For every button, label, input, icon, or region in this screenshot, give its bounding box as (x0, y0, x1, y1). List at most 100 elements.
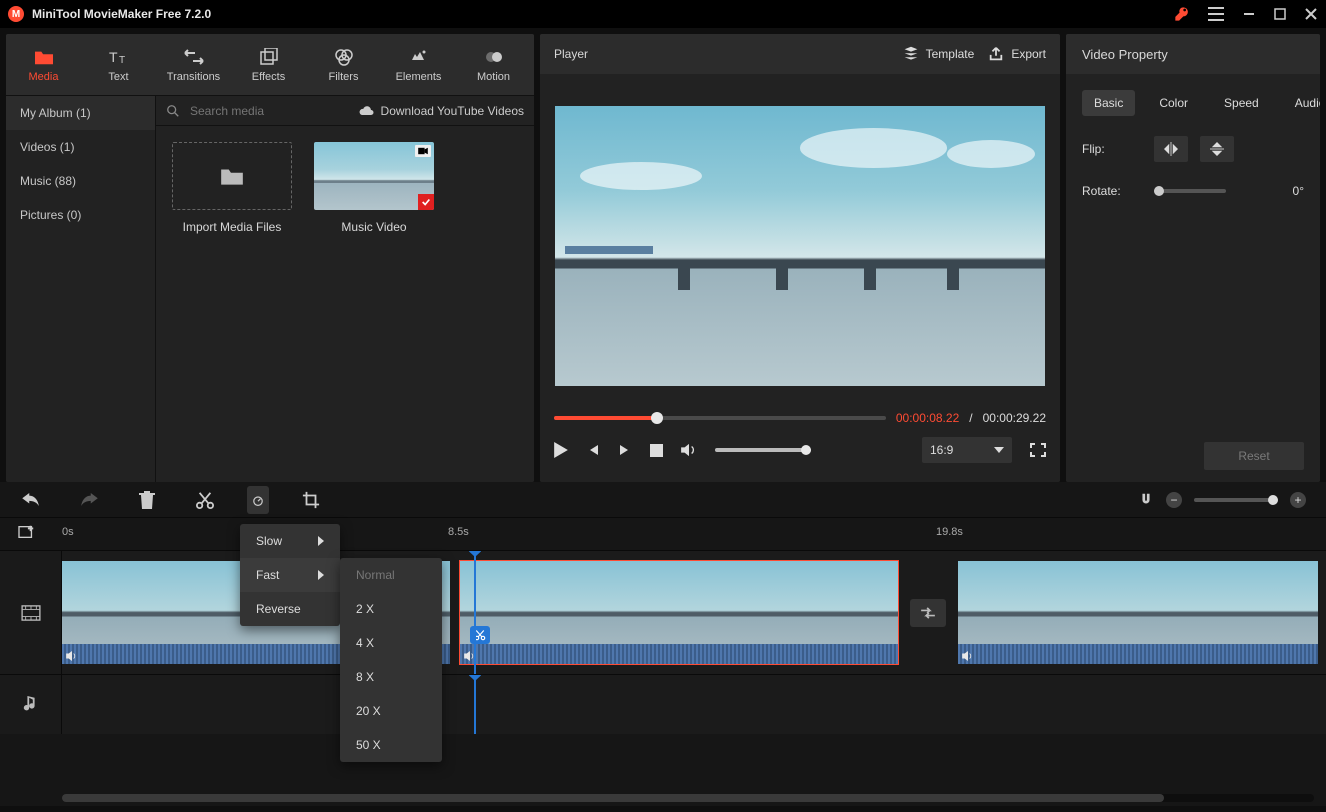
transition-button[interactable] (910, 599, 946, 627)
player-title: Player (554, 47, 588, 61)
volume-slider[interactable] (715, 448, 811, 452)
tab-media[interactable]: Media (6, 34, 81, 95)
zoom-slider[interactable] (1194, 498, 1278, 502)
volume-icon[interactable] (681, 443, 697, 457)
flip-vertical-button[interactable] (1200, 136, 1234, 162)
tab-motion[interactable]: Motion (456, 34, 531, 95)
fullscreen-button[interactable] (1030, 443, 1046, 457)
speed-button[interactable] (247, 486, 269, 514)
speed-submenu: Normal 2 X 4 X 8 X 20 X 50 X (340, 558, 442, 762)
timeline-clip[interactable] (958, 561, 1318, 664)
text-icon: TT (109, 47, 129, 67)
ptab-basic[interactable]: Basic (1082, 90, 1135, 116)
zoom-in-button[interactable]: + (1290, 492, 1306, 508)
media-panel: Media TT Text Transitions Effects Filter… (6, 34, 534, 482)
ptab-audio[interactable]: Audio (1283, 90, 1320, 116)
tab-filters[interactable]: Filters (306, 34, 381, 95)
ruler-tick: 19.8s (936, 526, 963, 538)
playhead[interactable] (474, 675, 476, 734)
sidebar-item-videos[interactable]: Videos (1) (6, 130, 155, 164)
prev-frame-button[interactable] (586, 443, 600, 457)
speed-4x[interactable]: 4 X (340, 626, 442, 660)
rotate-slider[interactable] (1154, 189, 1226, 193)
ptab-speed[interactable]: Speed (1212, 90, 1271, 116)
tab-effects[interactable]: Effects (231, 34, 306, 95)
search-input[interactable] (188, 103, 347, 119)
progress-slider[interactable] (554, 416, 886, 420)
aspect-ratio-select[interactable]: 16:9 (922, 437, 1012, 463)
video-preview[interactable] (555, 106, 1045, 386)
import-media-button[interactable]: Import Media Files (172, 142, 292, 234)
timeline-clip-selected[interactable] (460, 561, 898, 664)
svg-text:T: T (119, 55, 125, 66)
sidebar-item-myalbum[interactable]: My Album (1) (6, 96, 155, 130)
add-track-button[interactable] (18, 524, 36, 540)
media-item-music-video[interactable]: Music Video (314, 142, 434, 234)
app-title: MiniTool MovieMaker Free 7.2.0 (32, 7, 211, 21)
crop-button[interactable] (300, 491, 322, 509)
menu-label: Reverse (256, 602, 301, 616)
ptab-color[interactable]: Color (1147, 90, 1200, 116)
stop-button[interactable] (650, 444, 663, 457)
play-button[interactable] (554, 442, 568, 458)
filters-icon (333, 47, 355, 67)
zoom-out-button[interactable]: − (1166, 492, 1182, 508)
speed-menu-reverse[interactable]: Reverse (240, 592, 340, 626)
speed-20x[interactable]: 20 X (340, 694, 442, 728)
audio-track (0, 674, 1326, 734)
speed-menu-fast[interactable]: Fast (240, 558, 340, 592)
effects-icon (259, 47, 279, 67)
media-content: Download YouTube Videos Import Media Fil… (156, 96, 534, 482)
tab-transitions[interactable]: Transitions (156, 34, 231, 95)
sidebar-item-music[interactable]: Music (88) (6, 164, 155, 198)
speed-50x[interactable]: 50 X (340, 728, 442, 762)
speed-2x[interactable]: 2 X (340, 592, 442, 626)
export-button[interactable]: Export (988, 46, 1046, 62)
tab-elements[interactable]: Elements (381, 34, 456, 95)
minimize-button[interactable] (1242, 7, 1256, 21)
video-type-icon (415, 145, 431, 157)
property-panel: Video Property Basic Color Speed Audio F… (1066, 34, 1320, 482)
template-button[interactable]: Template (903, 46, 975, 62)
timeline-scrollbar[interactable] (62, 794, 1314, 802)
title-bar: M MiniTool MovieMaker Free 7.2.0 (0, 0, 1326, 28)
speed-menu-slow[interactable]: Slow (240, 524, 340, 558)
snap-button[interactable] (1138, 492, 1154, 508)
import-label: Import Media Files (172, 220, 292, 234)
tab-label: Elements (396, 71, 442, 83)
menu-label: 8 X (356, 670, 374, 684)
flip-horizontal-button[interactable] (1154, 136, 1188, 162)
speed-menu: Slow Fast Reverse (240, 524, 340, 626)
speed-normal[interactable]: Normal (340, 558, 442, 592)
undo-button[interactable] (20, 493, 42, 507)
folder-icon (219, 165, 245, 187)
menu-icon[interactable] (1208, 7, 1224, 21)
sidebar-item-pictures[interactable]: Pictures (0) (6, 198, 155, 232)
next-frame-button[interactable] (618, 443, 632, 457)
ruler-tick: 0s (62, 526, 74, 538)
split-button[interactable] (194, 491, 216, 509)
export-label: Export (1011, 47, 1046, 61)
player-panel: Player Template Export (540, 34, 1060, 482)
maximize-button[interactable] (1274, 8, 1286, 20)
tab-text[interactable]: TT Text (81, 34, 156, 95)
property-title: Video Property (1082, 47, 1168, 62)
template-icon (903, 46, 919, 62)
total-time: 00:00:29.22 (983, 411, 1046, 425)
close-button[interactable] (1304, 7, 1318, 21)
video-track (0, 550, 1326, 674)
menu-label: 2 X (356, 602, 374, 616)
flip-label: Flip: (1082, 142, 1142, 156)
timeline-ruler[interactable]: 0s 8.5s 19.8s (0, 518, 1326, 550)
license-key-icon[interactable] (1174, 6, 1190, 22)
delete-button[interactable] (136, 491, 158, 509)
chevron-right-icon (318, 570, 324, 580)
rotate-value: 0° (1293, 184, 1304, 198)
tab-label: Effects (252, 71, 285, 83)
download-youtube-link[interactable]: Download YouTube Videos (359, 104, 524, 118)
clip-audio-icon (962, 651, 974, 661)
redo-button[interactable] (78, 493, 100, 507)
chevron-down-icon (994, 447, 1004, 453)
reset-button[interactable]: Reset (1204, 442, 1304, 470)
speed-8x[interactable]: 8 X (340, 660, 442, 694)
